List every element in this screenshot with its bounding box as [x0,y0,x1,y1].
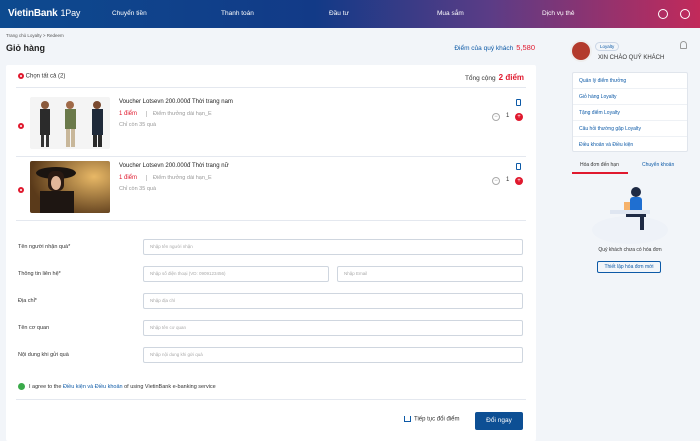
phone-input[interactable]: Nhập số điện thoại (VD: 0909123456) [143,266,329,282]
redeem-now-button[interactable]: Đổi ngay [475,412,523,430]
settings-icon[interactable] [658,9,668,19]
voucher-image-women [30,161,110,213]
item-checkbox[interactable] [18,187,24,193]
trash-icon[interactable] [516,163,521,170]
trash-icon[interactable] [516,99,521,106]
menu-item-terms[interactable]: Điều khoản và Điều kiện [573,137,687,153]
loyalty-menu: Quản lý điểm thưởng Giỏ hàng Loyalty Tặn… [572,72,688,152]
item-checkbox[interactable] [18,123,24,129]
menu-item-faq[interactable]: Câu hỏi thường gặp Loyalty [573,121,687,137]
item-name[interactable]: Voucher Lotsevn 200.000đ Thời trang nữ [119,163,229,169]
avatar[interactable] [570,40,592,62]
cart-icon [404,416,411,422]
decrease-button[interactable]: − [492,177,500,185]
select-all-checkbox[interactable]: Chọn tất cả (2) [18,73,65,80]
nav-shopping[interactable]: Mua sắm [437,10,464,17]
address-input[interactable]: Nhập địa chỉ [143,293,523,309]
agency-input[interactable]: Nhập tên cơ quan [143,320,523,336]
increase-button[interactable]: + [515,177,523,185]
agree-checkbox[interactable]: I agree to the Điều kiện và Điều khoản o… [18,383,216,390]
bill-tabs: Hóa đơn đến hạn Chuyển khoản [572,162,688,174]
item-remaining: Chỉ còn 35 quà [119,186,156,192]
breadcrumb[interactable]: Trang chủ Loyalty > Redeem [6,33,64,38]
greeting: XIN CHÀO QUÝ KHÁCH [598,55,665,61]
continue-redeem-link[interactable]: Tiếp tục đổi điểm [404,416,459,423]
cart-item: Voucher Lotsevn 200.000đ Thời trang nam … [6,97,536,157]
message-input[interactable]: Nhập nội dung khi gửi quà [143,347,523,363]
item-tag: Điểm thưởng dài hạn_E [146,111,212,117]
menu-item-manage-points[interactable]: Quản lý điểm thưởng [573,73,687,89]
new-bill-button[interactable]: Thiết lập hóa đơn mới [597,261,661,273]
item-points: 1 điểm [119,175,138,181]
voucher-image-men [30,97,110,149]
cart-total: Tổng cộng 2 điểm [464,73,524,82]
sidebar: Loyalty XIN CHÀO QUÝ KHÁCH Quản lý điểm … [562,34,696,441]
recipient-input[interactable]: Nhập tên người nhận [143,239,523,255]
empty-bills: Quý khách chưa có hóa đơn Thiết lập hóa … [572,176,688,296]
item-name[interactable]: Voucher Lotsevn 200.000đ Thời trang nam [119,99,233,105]
menu-item-loyalty-cart[interactable]: Giỏ hàng Loyalty [573,89,687,105]
item-quantity: 1 [506,113,510,119]
email-input[interactable]: Nhập Email [337,266,523,282]
loyalty-badge: Loyalty [595,42,620,51]
tab-transfer[interactable]: Chuyển khoản [642,162,674,168]
address-label: Địa chỉ* [18,298,37,304]
item-quantity: 1 [506,177,510,183]
menu-item-gift-points[interactable]: Tặng điểm Loyalty [573,105,687,121]
brand-logo[interactable]: VietinBank 1Pay [8,8,80,19]
cart-card: Chọn tất cả (2) Tổng cộng 2 điểm Voucher … [6,65,536,441]
decrease-button[interactable]: − [492,113,500,121]
bell-icon[interactable] [680,41,687,49]
tab-due-bills[interactable]: Hóa đơn đến hạn [580,162,619,168]
customer-points: Điểm của quý khách 5,580 [454,43,535,52]
empty-text: Quý khách chưa có hóa đơn [598,247,662,253]
recipient-label: Tên người nhận quà* [18,244,71,250]
nav-card-services[interactable]: Dịch vụ thẻ [542,10,575,17]
item-points: 1 điểm [119,111,138,117]
item-tag: Điểm thưởng dài hạn_E [146,175,212,181]
top-navbar: VietinBank 1Pay Chuyển tiền Thanh toán Đầ… [0,0,700,28]
item-remaining: Chỉ còn 35 quà [119,122,156,128]
nav-payment[interactable]: Thanh toán [221,10,254,17]
terms-link[interactable]: Điều kiện và Điều khoản [63,384,123,390]
agency-label: Tên cơ quan [18,325,50,331]
logout-icon[interactable] [680,9,690,19]
empty-illustration [592,187,668,244]
increase-button[interactable]: + [515,113,523,121]
contact-label: Thông tin liên hệ* [18,271,61,277]
cart-item: Voucher Lotsevn 200.000đ Thời trang nữ 1… [6,161,536,221]
message-label: Nội dung khi gửi quà [18,352,69,358]
nav-transfer[interactable]: Chuyển tiền [112,10,147,17]
check-icon [18,383,25,390]
nav-invest[interactable]: Đầu tư [329,10,349,17]
page-title: Giỏ hàng [6,43,45,53]
